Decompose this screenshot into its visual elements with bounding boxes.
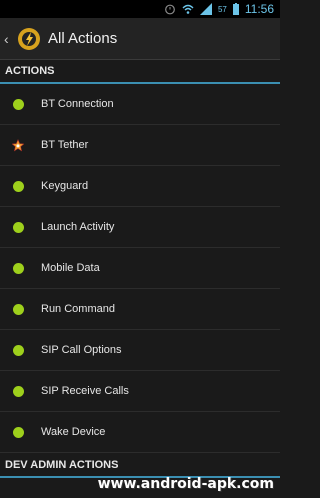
- status-bar: 57 11:56: [0, 0, 280, 18]
- list-item-label: BT Tether: [41, 139, 89, 151]
- tasker-app-icon[interactable]: [16, 26, 42, 52]
- wifi-icon: [182, 4, 194, 14]
- green-dot-icon: [12, 426, 24, 438]
- list-item-label: Mobile Data: [41, 262, 100, 274]
- green-dot-icon: [12, 98, 24, 110]
- list-item-label: SIP Receive Calls: [41, 385, 129, 397]
- alarm-icon: [165, 4, 175, 15]
- green-dot-icon: [12, 180, 24, 192]
- list-item[interactable]: Launch Activity: [0, 207, 280, 248]
- watermark: www.android-apk.com: [97, 476, 274, 492]
- list-item-label: Launch Activity: [41, 221, 115, 233]
- battery-icon: [232, 3, 239, 15]
- list-item[interactable]: BT Tether: [0, 125, 280, 166]
- section-header-dev-admin: DEV ADMIN ACTIONS: [0, 454, 280, 478]
- list-item[interactable]: SIP Receive Calls: [0, 371, 280, 412]
- action-bar: ‹ All Actions: [0, 18, 280, 60]
- list-item-label: Keyguard: [41, 180, 89, 192]
- page-title: All Actions: [48, 30, 118, 47]
- green-dot-icon: [12, 385, 24, 397]
- section-header-actions: ACTIONS: [0, 60, 280, 84]
- green-dot-icon: [12, 303, 24, 315]
- star-icon: [12, 138, 24, 151]
- battery-level: 57: [217, 4, 227, 14]
- list-item[interactable]: Keyguard: [0, 166, 280, 207]
- list-item[interactable]: Run Command: [0, 289, 280, 330]
- list-item[interactable]: Mobile Data: [0, 248, 280, 289]
- list-item[interactable]: SIP Call Options: [0, 330, 280, 371]
- list-item[interactable]: Wake Device: [0, 412, 280, 453]
- list-item-label: BT Connection: [41, 98, 114, 110]
- green-dot-icon: [12, 344, 24, 356]
- list-item-label: SIP Call Options: [41, 344, 122, 356]
- back-chevron-icon[interactable]: ‹: [4, 31, 14, 47]
- green-dot-icon: [12, 221, 24, 233]
- green-dot-icon: [12, 262, 24, 274]
- clock: 11:56: [244, 2, 274, 16]
- signal-icon: [199, 3, 212, 15]
- list-item-label: Wake Device: [41, 426, 106, 438]
- list-item-label: Run Command: [41, 303, 115, 315]
- list-item[interactable]: BT Connection: [0, 84, 280, 125]
